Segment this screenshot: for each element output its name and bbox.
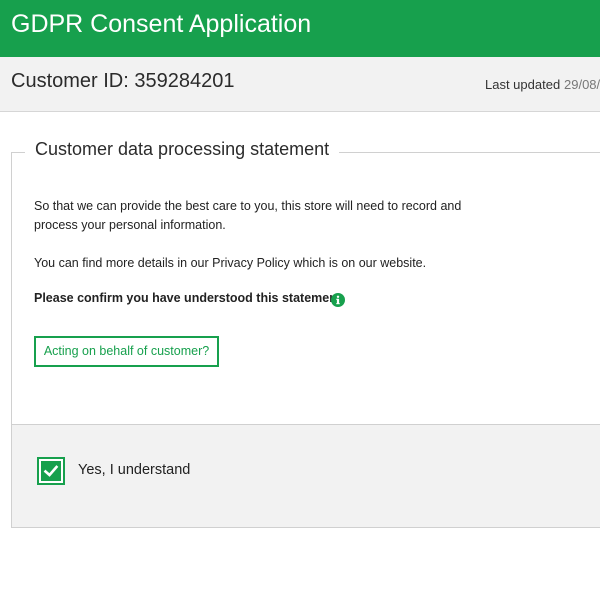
info-icon[interactable] [331,293,345,307]
confirm-prompt: Please confirm you have understood this … [34,291,345,305]
statement-panel: Customer data processing statement So th… [11,139,600,424]
check-icon [43,465,59,477]
statement-heading: Customer data processing statement [25,139,340,160]
app-header: GDPR Consent Application [0,0,600,57]
customer-id: Customer ID: 359284201 [11,70,235,92]
last-updated-label: Last updated [485,77,561,92]
app-title: GDPR Consent Application [11,10,312,38]
last-updated-value: 29/08/2 [564,77,600,92]
confirmation-panel: Yes, I understand [11,424,600,528]
statement-paragraph-2: You can find more details in our Privacy… [34,256,427,270]
statement-paragraph-1: So that we can provide the best care to … [34,199,462,232]
understand-checkbox[interactable] [37,457,65,485]
understand-checkbox-label[interactable]: Yes, I understand [78,462,190,478]
customer-bar: Customer ID: 359284201 Last updated 29/0… [0,57,600,112]
acting-on-behalf-button[interactable]: Acting on behalf of customer? [34,336,219,367]
checkbox-fill [41,461,61,481]
